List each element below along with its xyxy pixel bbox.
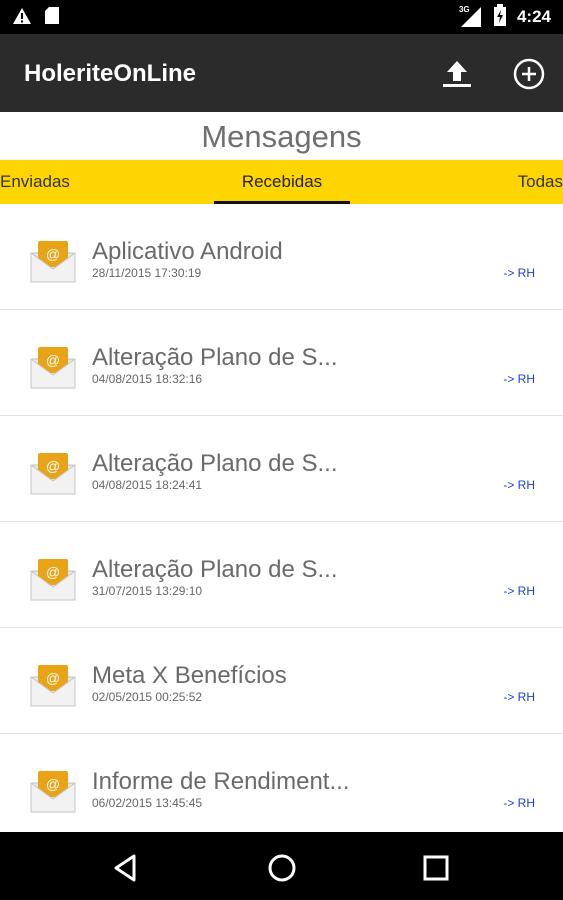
battery-icon — [493, 4, 507, 30]
list-item[interactable]: @ Aplicativo Android 28/11/2015 17:30:19… — [0, 204, 563, 310]
back-icon[interactable] — [110, 852, 142, 884]
svg-text:@: @ — [46, 670, 60, 686]
message-recipient: -> RH — [503, 372, 535, 386]
recents-icon[interactable] — [420, 852, 452, 884]
svg-text:@: @ — [46, 776, 60, 792]
svg-text:@: @ — [46, 246, 60, 262]
app-title: HoleriteOnLine — [24, 60, 197, 87]
tab-recebidas[interactable]: Recebidas — [214, 160, 350, 204]
envelope-icon: @ — [30, 663, 76, 707]
message-subject: Alteração Plano de S... — [92, 344, 338, 371]
message-date: 28/11/2015 17:30:19 — [92, 266, 202, 280]
home-icon[interactable] — [266, 852, 298, 884]
signal-icon: 3G — [459, 5, 483, 29]
message-recipient: -> RH — [503, 478, 535, 492]
svg-text:@: @ — [46, 564, 60, 580]
envelope-icon: @ — [30, 451, 76, 495]
message-subject: Meta X Benefícios — [92, 662, 287, 689]
message-date: 02/05/2015 00:25:52 — [92, 690, 203, 704]
list-item[interactable]: @ Alteração Plano de S... 04/08/2015 18:… — [0, 416, 563, 522]
list-item[interactable]: @ Informe de Rendiment... 06/02/2015 13:… — [0, 734, 563, 830]
sd-card-icon — [44, 6, 60, 29]
list-item[interactable]: @ Meta X Benefícios 02/05/2015 00:25:52 … — [0, 628, 563, 734]
envelope-icon: @ — [30, 345, 76, 389]
list-item[interactable]: @ Alteração Plano de S... 31/07/2015 13:… — [0, 522, 563, 628]
message-subject: Informe de Rendiment... — [92, 768, 350, 795]
envelope-icon: @ — [30, 239, 76, 283]
message-date: 31/07/2015 13:29:10 — [92, 584, 203, 598]
message-date: 04/08/2015 18:32:16 — [92, 372, 203, 386]
message-subject: Aplicativo Android — [92, 238, 283, 265]
status-bar: 3G 4:24 — [0, 0, 563, 34]
network-type-label: 3G — [458, 5, 470, 14]
message-recipient: -> RH — [503, 796, 535, 810]
page-title: Mensagens — [201, 119, 362, 154]
list-item[interactable]: @ Alteração Plano de S... 04/08/2015 18:… — [0, 310, 563, 416]
message-date: 04/08/2015 18:24:41 — [92, 478, 203, 492]
add-circle-icon[interactable] — [513, 58, 545, 94]
message-recipient: -> RH — [503, 690, 535, 704]
tab-enviadas[interactable]: Enviadas — [0, 160, 70, 204]
tab-todas[interactable]: Todas — [518, 160, 563, 204]
upload-icon[interactable] — [441, 59, 473, 93]
message-subject: Alteração Plano de S... — [92, 450, 338, 477]
message-recipient: -> RH — [503, 584, 535, 598]
tab-bar: Enviadas Recebidas Todas — [0, 160, 563, 204]
warning-icon — [12, 7, 32, 29]
svg-text:@: @ — [46, 352, 60, 368]
message-list: @ Aplicativo Android 28/11/2015 17:30:19… — [0, 204, 563, 830]
clock: 4:24 — [516, 7, 551, 26]
envelope-icon: @ — [30, 557, 76, 601]
svg-text:@: @ — [46, 458, 60, 474]
app-bar: HoleriteOnLine — [0, 34, 563, 112]
message-date: 06/02/2015 13:45:45 — [92, 796, 203, 810]
message-subject: Alteração Plano de S... — [92, 556, 338, 583]
message-recipient: -> RH — [503, 266, 535, 280]
navigation-bar — [0, 832, 563, 900]
envelope-icon: @ — [30, 769, 76, 813]
